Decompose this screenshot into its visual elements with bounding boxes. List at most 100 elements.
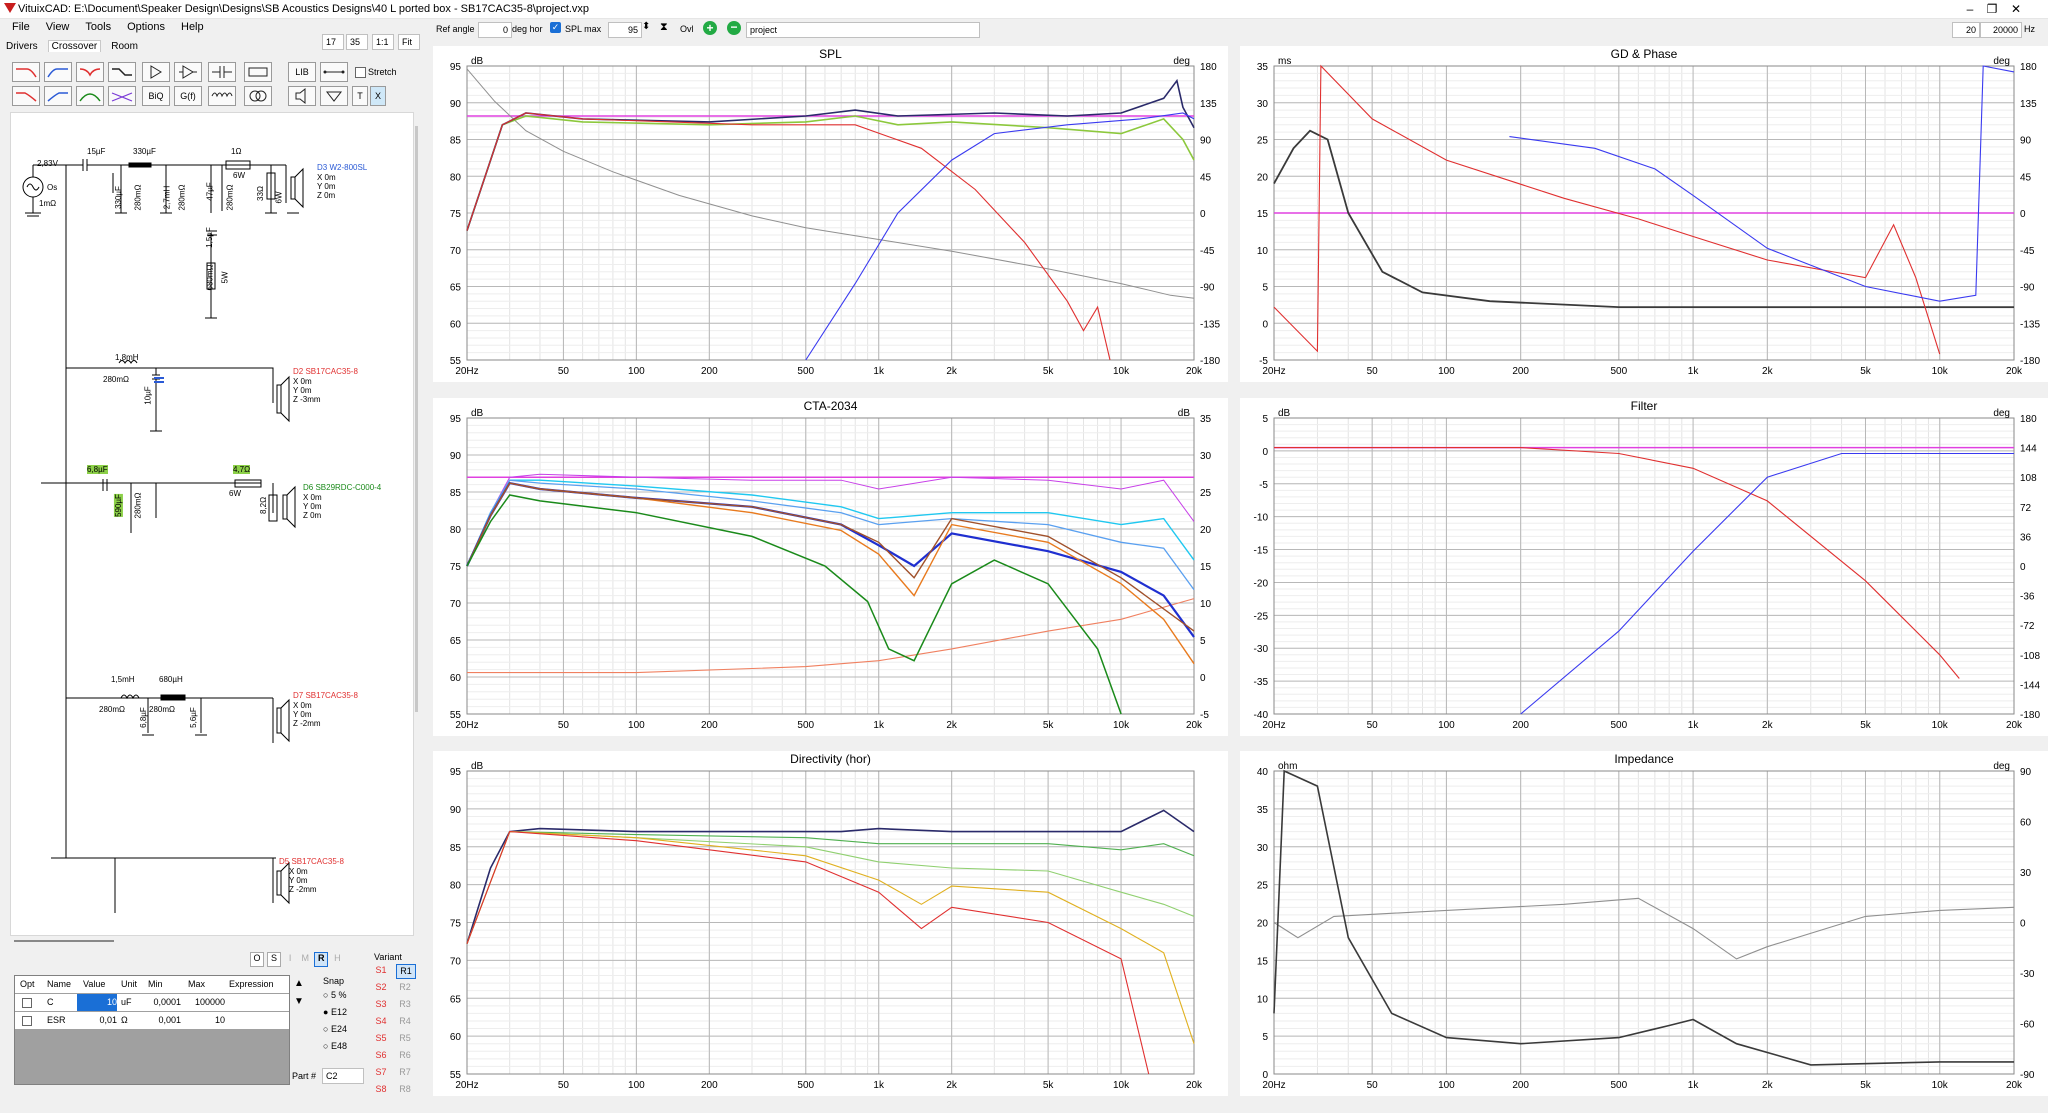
schematic-scrollbar[interactable] [415, 126, 418, 712]
project-name-field[interactable]: project [746, 22, 980, 38]
variant-s4[interactable]: S4 [372, 1015, 390, 1028]
menu-options[interactable]: Options [127, 18, 165, 36]
shelf-button[interactable] [108, 62, 136, 82]
add-overlay-icon[interactable]: + [703, 21, 717, 35]
tab-room[interactable]: Room [111, 41, 138, 52]
highpass-2-button[interactable] [44, 86, 72, 106]
row-value[interactable]: 0,01 [77, 1012, 117, 1029]
variant-s8[interactable]: S8 [372, 1083, 390, 1096]
snap-e24[interactable]: ○ E24 [323, 1024, 347, 1041]
gd-graph[interactable]: GD & Phase ms deg 35 30 25 20 15 10 5 0 -5 180 135 90 4… [1240, 46, 2048, 382]
variant-r1[interactable]: R1 [396, 964, 416, 979]
row-max[interactable]: 10 [185, 1012, 225, 1029]
gd-xtick: 500 [1610, 366, 1627, 377]
move-down-icon[interactable]: ▼ [294, 996, 304, 1007]
speaker-button[interactable] [288, 86, 316, 106]
amp-button-2[interactable] [174, 62, 202, 82]
mode-m-button[interactable]: M [299, 953, 311, 966]
variant-r5[interactable]: R5 [396, 1032, 414, 1045]
row-min[interactable]: 0,0001 [141, 994, 181, 1011]
inductor-button[interactable] [208, 86, 236, 106]
gf-button[interactable]: G(f) [174, 86, 202, 106]
spl-max-input[interactable]: 95 [608, 22, 642, 38]
row-opt-checkbox[interactable] [22, 1016, 32, 1026]
lowpass-2-button[interactable] [12, 86, 40, 106]
ratio-button[interactable]: 1:1 [372, 34, 394, 50]
x-button[interactable]: X [370, 86, 386, 106]
variant-s6[interactable]: S6 [372, 1049, 390, 1062]
zoom-17-button[interactable]: 17 [322, 34, 344, 50]
minimize-button[interactable]: – [1958, 1, 1982, 17]
variant-r4[interactable]: R4 [396, 1015, 414, 1028]
wire-button[interactable] [320, 62, 348, 82]
variant-r3[interactable]: R3 [396, 998, 414, 1011]
close-button[interactable]: ✕ [2004, 1, 2028, 17]
zoom-35-button[interactable]: 35 [346, 34, 368, 50]
snap-e48[interactable]: ○ E48 [323, 1041, 347, 1058]
notch-button[interactable] [76, 62, 104, 82]
tab-crossover[interactable]: Crossover [47, 40, 102, 52]
maximize-button[interactable]: ❐ [1980, 1, 2004, 17]
sort-icon[interactable]: ⧗ [660, 21, 668, 34]
allpass-button[interactable] [108, 86, 136, 106]
ground-button[interactable] [320, 86, 348, 106]
variant-s1[interactable]: S1 [372, 964, 390, 977]
table-row[interactable]: C 10 uF 0,0001 100000 [15, 994, 289, 1011]
highpass-button[interactable] [44, 62, 72, 82]
stretch-checkbox[interactable] [355, 67, 366, 78]
mode-i-button[interactable]: I [284, 953, 296, 966]
ref-angle-input[interactable]: 0 [478, 22, 512, 38]
filter-graph[interactable]: Filter dB deg 5 0 -5 -10 -15 -20 -25 -30 -35 -40 180 1… [1240, 398, 2048, 736]
spl-graph[interactable]: SPL dB deg 95 90 85 80 75 70 65 60 55 180 135 90 45 0 -45… [433, 46, 1228, 382]
fit-button[interactable]: Fit [398, 34, 420, 50]
variant-r2[interactable]: R2 [396, 981, 414, 994]
transformer-button[interactable] [244, 86, 272, 106]
spl-max-checkbox[interactable]: ✓ [550, 22, 561, 33]
driver-d7-x: X 0m [293, 701, 312, 710]
menu-view[interactable]: View [46, 18, 70, 36]
gd-title: GD & Phase [1611, 47, 1678, 61]
row-opt-checkbox[interactable] [22, 998, 32, 1008]
table-row[interactable]: ESR 0,01 Ω 0,001 10 [15, 1012, 289, 1029]
menu-tools[interactable]: Tools [85, 18, 111, 36]
menu-file[interactable]: File [12, 18, 30, 36]
menu-help[interactable]: Help [181, 18, 204, 36]
row-value[interactable]: 10 [77, 994, 117, 1011]
variant-r6[interactable]: R6 [396, 1049, 414, 1062]
row-max[interactable]: 100000 [185, 994, 225, 1011]
biq-button[interactable]: BiQ [142, 86, 170, 106]
freq-max-input[interactable]: 20000 [1980, 22, 2022, 38]
mode-s-button[interactable]: S [267, 952, 282, 967]
variant-r8[interactable]: R8 [396, 1083, 414, 1096]
t-button[interactable]: T [352, 86, 368, 106]
capacitor-button[interactable] [208, 62, 236, 82]
amp-button[interactable] [142, 62, 170, 82]
variant-s2[interactable]: S2 [372, 981, 390, 994]
row-min[interactable]: 0,001 [141, 1012, 181, 1029]
move-up-icon[interactable]: ▲ [294, 978, 304, 989]
lowpass-button[interactable] [12, 62, 40, 82]
schematic-canvas[interactable]: 2,83V Os 1mΩ 15µF 330µF 1Ω 6W D3 W2-800S… [10, 112, 414, 936]
imp-graph[interactable]: Impedance ohm deg 40 35 30 25 20 15 10 5 0 90 60 30 0 -3… [1240, 751, 2048, 1096]
freq-min-input[interactable]: 20 [1952, 22, 1980, 38]
tab-drivers[interactable]: Drivers [6, 41, 38, 52]
snap-5pct[interactable]: ○ 5 % [323, 990, 347, 1007]
schematic-hscroll[interactable] [14, 940, 114, 942]
mode-r-button[interactable]: R [314, 952, 329, 967]
variant-s3[interactable]: S3 [372, 998, 390, 1011]
variant-r7[interactable]: R7 [396, 1066, 414, 1079]
dir-graph[interactable]: Directivity (hor) dB 95 90 85 80 75 70 65 60 55 20H… [433, 751, 1228, 1096]
spin-icon[interactable]: ⬍ [642, 21, 650, 32]
part-input[interactable]: C2 [322, 1068, 364, 1084]
remove-overlay-icon[interactable]: − [727, 21, 741, 35]
resistor-button[interactable] [244, 62, 272, 82]
variant-s7[interactable]: S7 [372, 1066, 390, 1079]
variant-s5[interactable]: S5 [372, 1032, 390, 1045]
mode-h-button[interactable]: H [331, 953, 343, 966]
cta-graph[interactable]: CTA-2034 dB dB 95 90 85 80 75 70 65 60 55 35 30 25 20 15… [433, 398, 1228, 736]
lib-button[interactable]: LIB [288, 62, 316, 82]
mode-o-button[interactable]: O [250, 952, 264, 967]
bandpass-button[interactable] [76, 86, 104, 106]
snap-e12[interactable]: ● E12 [323, 1007, 347, 1024]
filter-xtick: 10k [1932, 720, 1949, 731]
